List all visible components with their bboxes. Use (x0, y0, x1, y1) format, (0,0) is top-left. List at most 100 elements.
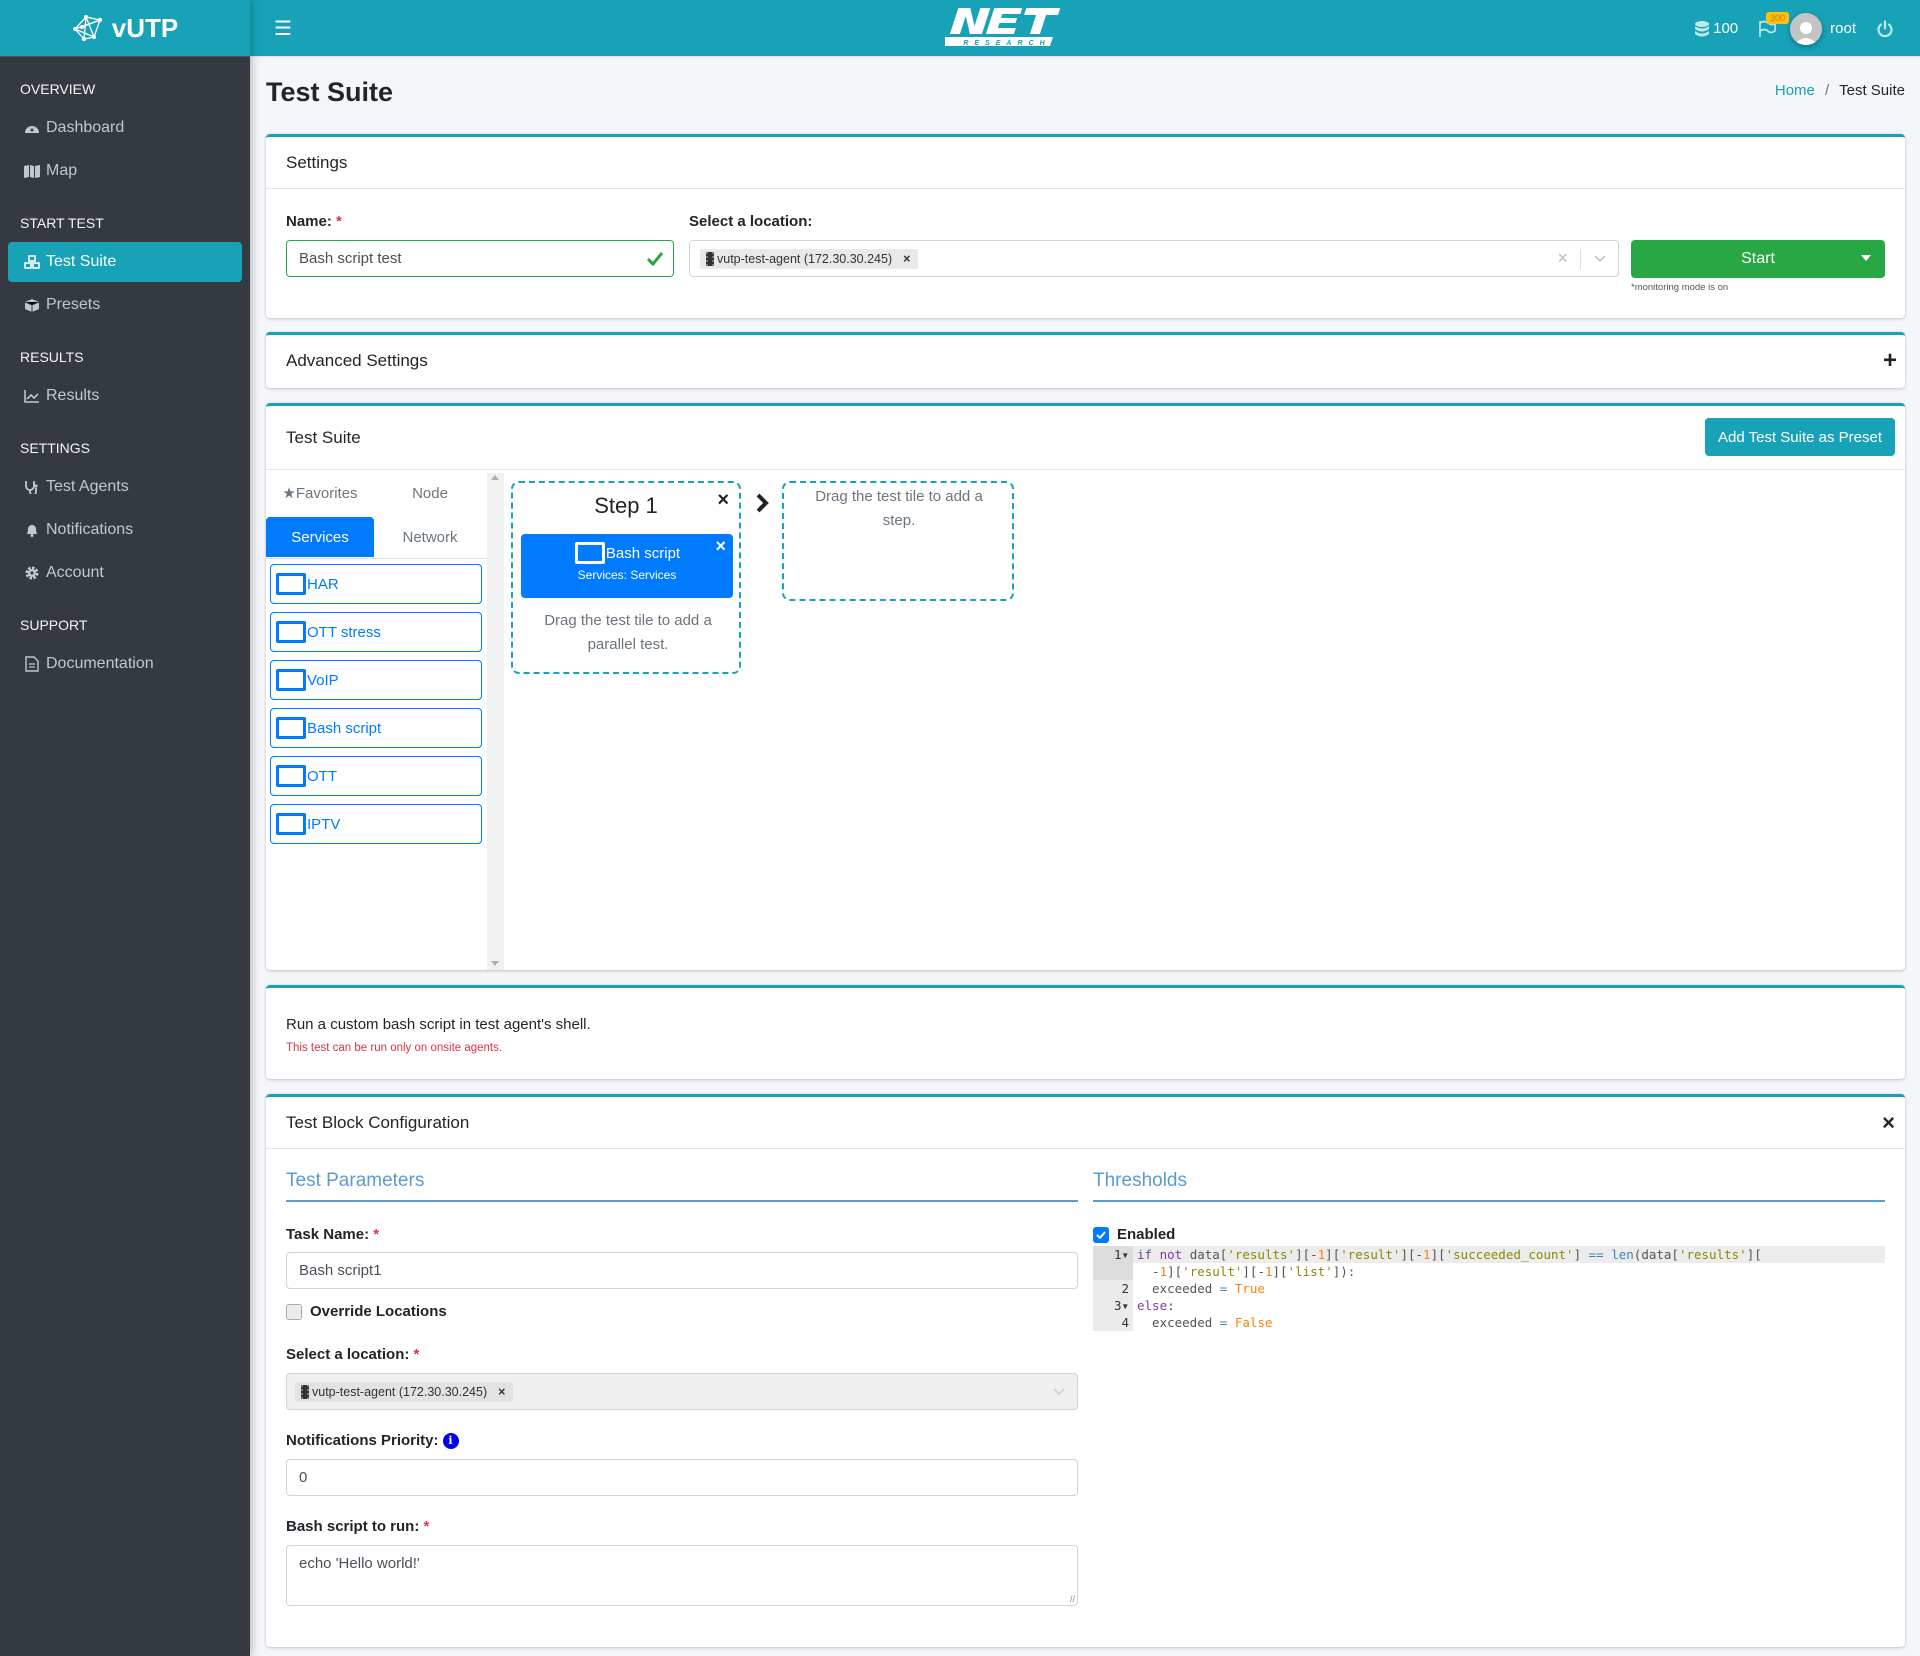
sidebar-item-results[interactable]: Results (8, 376, 242, 416)
breadcrumb-current: Test Suite (1839, 82, 1905, 99)
new-step-hint: Drag the test tile to add a step. (815, 488, 983, 529)
resize-handle-icon[interactable]: // (1070, 1594, 1075, 1604)
sidebar-item-notifications[interactable]: Notifications (8, 510, 242, 550)
close-config-icon[interactable]: × (1882, 1110, 1895, 1136)
gear-icon (24, 565, 40, 581)
map-icon (24, 163, 40, 179)
test-tile-ott-stress[interactable]: OTT stress (270, 612, 482, 652)
sidebar-item-test-agents[interactable]: Test Agents (8, 467, 242, 507)
brand[interactable]: vUTP (0, 0, 250, 57)
config-location-chip: vutp-test-agent (172.30.30.245) × (295, 1381, 514, 1402)
line-number (1093, 1263, 1133, 1280)
location-select[interactable]: vutp-test-agent (172.30.30.245) × × (689, 240, 1619, 277)
chip-remove-button: × (498, 1384, 506, 1399)
test-tile-iptv[interactable]: IPTV (270, 804, 482, 844)
clear-selection-icon[interactable]: × (1557, 248, 1568, 269)
sidebar-nav: OVERVIEW Dashboard Map START TEST Test Suite… (0, 57, 250, 684)
tab-network[interactable]: Network (376, 517, 484, 557)
tab-favorites[interactable]: ★ Favorites (266, 473, 374, 513)
override-locations[interactable]: Override Locations (286, 1303, 447, 1320)
scroll-up-icon[interactable] (491, 475, 499, 480)
remove-test-icon[interactable]: × (715, 536, 726, 557)
name-input[interactable]: Bash script test (286, 240, 674, 277)
breadcrumb-home[interactable]: Home (1775, 82, 1815, 99)
database-icon (1695, 20, 1710, 36)
chevron-down-icon[interactable] (1594, 254, 1606, 263)
test-tile-bash-script[interactable]: Bash script (270, 708, 482, 748)
dashboard-icon (24, 120, 40, 136)
test-description: Run a custom bash script in test agent's… (286, 1016, 591, 1033)
code-text: if not data['results'][-1]['result'][-1]… (1133, 1246, 1885, 1263)
test-tile-voip[interactable]: VoIP (270, 660, 482, 700)
settings-title: Settings (286, 152, 348, 172)
settings-card-header: Settings (266, 137, 1905, 189)
credits[interactable]: 100 (1695, 20, 1738, 37)
sidebar-item-test-suite[interactable]: Test Suite (8, 242, 242, 282)
tab-node[interactable]: Node (376, 473, 484, 513)
page-title: Test Suite (266, 77, 394, 107)
threshold-code-editor[interactable]: 1▾ if not data['results'][-1]['result'][-… (1093, 1246, 1885, 1336)
add-preset-button[interactable]: Add Test Suite as Preset (1705, 418, 1895, 456)
sidebar-item-documentation[interactable]: Documentation (8, 644, 242, 684)
test-tile-har[interactable]: HAR (270, 564, 482, 604)
avatar[interactable] (1790, 12, 1823, 45)
advanced-settings-header[interactable]: Advanced Settings + (266, 335, 1905, 387)
config-header: Test Block Configuration × (266, 1097, 1905, 1149)
sidebar-item-label: Account (46, 564, 104, 581)
sidebar-item-presets[interactable]: Presets (8, 285, 242, 325)
line-number[interactable]: 3▾ (1093, 1297, 1133, 1314)
remove-step-icon[interactable]: × (717, 489, 729, 512)
start-button[interactable]: Start (1631, 240, 1885, 278)
test-tile-label: Bash script (307, 719, 382, 737)
info-icon[interactable]: i (442, 1432, 459, 1449)
start-dropdown-caret-icon[interactable] (1861, 255, 1871, 261)
thresholds-enabled[interactable]: Enabled (1093, 1226, 1175, 1243)
expand-plus-icon[interactable]: + (1883, 347, 1897, 375)
flag-notifications[interactable]: 300 (1758, 11, 1790, 38)
username[interactable]: root (1830, 20, 1856, 37)
config-location-select: vutp-test-agent (172.30.30.245) × (286, 1373, 1078, 1410)
line-number[interactable]: 1▾ (1093, 1246, 1133, 1263)
user-icon (1794, 21, 1819, 45)
override-checkbox[interactable] (286, 1303, 302, 1320)
nav-header-start-test: START TEST (20, 215, 104, 231)
code-text: else: (1137, 1298, 1175, 1313)
script-label: Bash script to run: * (286, 1518, 430, 1535)
code-line: 2 exceeded = True (1093, 1280, 1885, 1297)
thresholds-section-title: Thresholds (1093, 1170, 1885, 1202)
chevron-down-icon (1053, 1387, 1065, 1395)
chip-agent-icon (706, 251, 714, 266)
sidebar-item-map[interactable]: Map (8, 151, 242, 191)
bell-icon (24, 522, 40, 538)
chip-remove-button[interactable]: × (903, 252, 910, 266)
sidebar-item-label: Notifications (46, 521, 134, 538)
sidebar-item-label: Dashboard (46, 119, 125, 136)
nav-header-results: RESULTS (20, 349, 84, 365)
power-icon[interactable] (1876, 19, 1894, 38)
script-textarea[interactable]: echo 'Hello world!' // (286, 1545, 1078, 1606)
location-chip: vutp-test-agent (172.30.30.245) × (700, 248, 919, 269)
enabled-checkbox[interactable] (1093, 1226, 1109, 1243)
task-name-input[interactable]: Bash script1 (286, 1252, 1078, 1289)
priority-input[interactable]: 0 (286, 1459, 1078, 1496)
test-tile-ott[interactable]: OTT (270, 756, 482, 796)
config-location-label: Select a location: * (286, 1346, 420, 1363)
onsite-warning: This test can be run only on onsite agen… (286, 1042, 503, 1054)
advanced-settings-card[interactable]: Advanced Settings + (266, 332, 1905, 388)
scroll-down-icon[interactable] (491, 961, 499, 966)
params-section-title: Test Parameters (286, 1170, 1078, 1202)
sidebar-item-label: Results (46, 387, 100, 404)
tab-divider (266, 558, 487, 559)
svg-text:RESEARCH: RESEARCH (963, 40, 1050, 47)
settings-card: Settings Name: * Bash script test Select… (266, 134, 1905, 318)
menu-toggle-icon[interactable]: ☰ (274, 16, 292, 41)
step-1-dropzone[interactable]: Step 1 × Bash script Services: Services … (511, 481, 741, 674)
step-test-block[interactable]: Bash script Services: Services × (521, 534, 733, 598)
palette-scrollbar[interactable] (487, 473, 504, 970)
code-line: 1▾ if not data['results'][-1]['result'][-… (1093, 1246, 1885, 1263)
sidebar-item-account[interactable]: Account (8, 553, 242, 593)
sidebar-item-dashboard[interactable]: Dashboard (8, 108, 242, 148)
test-tile-label: IPTV (307, 815, 341, 833)
tab-services[interactable]: Services (266, 517, 374, 557)
new-step-dropzone[interactable]: Drag the test tile to add a step. (782, 481, 1014, 601)
